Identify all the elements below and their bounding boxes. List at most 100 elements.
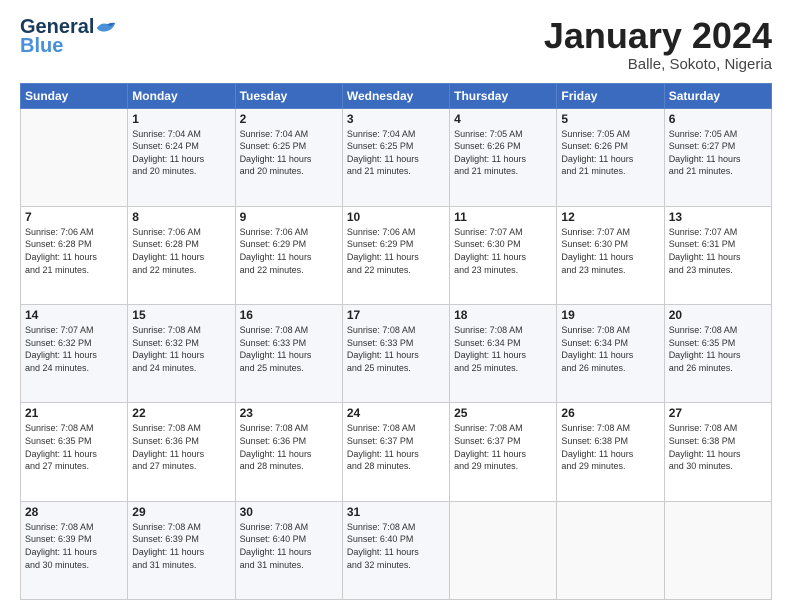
day-number: 6 <box>669 112 767 126</box>
day-number: 17 <box>347 308 445 322</box>
calendar-cell: 4 Sunrise: 7:05 AM Sunset: 6:26 PM Daylig… <box>450 108 557 206</box>
day-number: 18 <box>454 308 552 322</box>
day-info: Sunrise: 7:08 AM Sunset: 6:36 PM Dayligh… <box>240 422 338 472</box>
day-number: 25 <box>454 406 552 420</box>
day-number: 2 <box>240 112 338 126</box>
day-info: Sunrise: 7:08 AM Sunset: 6:35 PM Dayligh… <box>25 422 123 472</box>
calendar-cell: 6 Sunrise: 7:05 AM Sunset: 6:27 PM Daylig… <box>664 108 771 206</box>
calendar-cell: 22 Sunrise: 7:08 AM Sunset: 6:36 PM Dayli… <box>128 403 235 501</box>
day-info: Sunrise: 7:08 AM Sunset: 6:34 PM Dayligh… <box>561 324 659 374</box>
day-number: 5 <box>561 112 659 126</box>
day-info: Sunrise: 7:08 AM Sunset: 6:40 PM Dayligh… <box>240 521 338 571</box>
day-number: 27 <box>669 406 767 420</box>
day-info: Sunrise: 7:07 AM Sunset: 6:32 PM Dayligh… <box>25 324 123 374</box>
calendar-cell: 10 Sunrise: 7:06 AM Sunset: 6:29 PM Dayli… <box>342 206 449 304</box>
calendar-cell <box>450 501 557 599</box>
calendar-cell: 3 Sunrise: 7:04 AM Sunset: 6:25 PM Daylig… <box>342 108 449 206</box>
day-info: Sunrise: 7:05 AM Sunset: 6:26 PM Dayligh… <box>454 128 552 178</box>
day-info: Sunrise: 7:08 AM Sunset: 6:37 PM Dayligh… <box>454 422 552 472</box>
day-number: 4 <box>454 112 552 126</box>
day-number: 13 <box>669 210 767 224</box>
day-number: 21 <box>25 406 123 420</box>
calendar-week-4: 21 Sunrise: 7:08 AM Sunset: 6:35 PM Dayli… <box>21 403 772 501</box>
calendar-cell: 9 Sunrise: 7:06 AM Sunset: 6:29 PM Daylig… <box>235 206 342 304</box>
calendar-cell: 18 Sunrise: 7:08 AM Sunset: 6:34 PM Dayli… <box>450 305 557 403</box>
day-info: Sunrise: 7:05 AM Sunset: 6:26 PM Dayligh… <box>561 128 659 178</box>
calendar-week-1: 1 Sunrise: 7:04 AM Sunset: 6:24 PM Daylig… <box>21 108 772 206</box>
calendar-header-monday: Monday <box>128 83 235 108</box>
logo-blue: Blue <box>20 35 63 58</box>
day-info: Sunrise: 7:05 AM Sunset: 6:27 PM Dayligh… <box>669 128 767 178</box>
calendar-header-tuesday: Tuesday <box>235 83 342 108</box>
day-info: Sunrise: 7:04 AM Sunset: 6:25 PM Dayligh… <box>347 128 445 178</box>
day-number: 15 <box>132 308 230 322</box>
calendar-header-row: SundayMondayTuesdayWednesdayThursdayFrid… <box>21 83 772 108</box>
calendar-header-friday: Friday <box>557 83 664 108</box>
calendar-cell: 26 Sunrise: 7:08 AM Sunset: 6:38 PM Dayli… <box>557 403 664 501</box>
calendar-header-thursday: Thursday <box>450 83 557 108</box>
day-number: 1 <box>132 112 230 126</box>
day-number: 22 <box>132 406 230 420</box>
day-info: Sunrise: 7:06 AM Sunset: 6:28 PM Dayligh… <box>132 226 230 276</box>
day-info: Sunrise: 7:07 AM Sunset: 6:30 PM Dayligh… <box>454 226 552 276</box>
calendar-cell: 5 Sunrise: 7:05 AM Sunset: 6:26 PM Daylig… <box>557 108 664 206</box>
day-info: Sunrise: 7:08 AM Sunset: 6:36 PM Dayligh… <box>132 422 230 472</box>
calendar-cell <box>664 501 771 599</box>
day-number: 9 <box>240 210 338 224</box>
calendar-cell: 25 Sunrise: 7:08 AM Sunset: 6:37 PM Dayli… <box>450 403 557 501</box>
day-number: 26 <box>561 406 659 420</box>
calendar-cell: 15 Sunrise: 7:08 AM Sunset: 6:32 PM Dayli… <box>128 305 235 403</box>
day-number: 14 <box>25 308 123 322</box>
calendar-cell <box>21 108 128 206</box>
day-number: 23 <box>240 406 338 420</box>
day-number: 28 <box>25 505 123 519</box>
day-info: Sunrise: 7:08 AM Sunset: 6:34 PM Dayligh… <box>454 324 552 374</box>
day-info: Sunrise: 7:07 AM Sunset: 6:30 PM Dayligh… <box>561 226 659 276</box>
calendar-cell: 24Sunrise: 7:08 AM Sunset: 6:37 PM Dayli… <box>342 403 449 501</box>
day-info: Sunrise: 7:04 AM Sunset: 6:25 PM Dayligh… <box>240 128 338 178</box>
calendar-cell: 1 Sunrise: 7:04 AM Sunset: 6:24 PM Daylig… <box>128 108 235 206</box>
calendar-week-3: 14 Sunrise: 7:07 AM Sunset: 6:32 PM Dayli… <box>21 305 772 403</box>
day-number: 8 <box>132 210 230 224</box>
calendar-header-saturday: Saturday <box>664 83 771 108</box>
day-info: Sunrise: 7:08 AM Sunset: 6:39 PM Dayligh… <box>25 521 123 571</box>
day-number: 11 <box>454 210 552 224</box>
day-number: 10 <box>347 210 445 224</box>
calendar-cell: 13 Sunrise: 7:07 AM Sunset: 6:31 PM Dayli… <box>664 206 771 304</box>
calendar-cell: 19 Sunrise: 7:08 AM Sunset: 6:34 PM Dayli… <box>557 305 664 403</box>
calendar-cell: 27 Sunrise: 7:08 AM Sunset: 6:38 PM Dayli… <box>664 403 771 501</box>
day-info: Sunrise: 7:07 AM Sunset: 6:31 PM Dayligh… <box>669 226 767 276</box>
calendar-cell: 30Sunrise: 7:08 AM Sunset: 6:40 PM Dayli… <box>235 501 342 599</box>
day-number: 7 <box>25 210 123 224</box>
calendar-week-2: 7 Sunrise: 7:06 AM Sunset: 6:28 PM Daylig… <box>21 206 772 304</box>
location: Balle, Sokoto, Nigeria <box>544 56 772 73</box>
calendar-cell: 12Sunrise: 7:07 AM Sunset: 6:30 PM Dayli… <box>557 206 664 304</box>
calendar-cell: 8 Sunrise: 7:06 AM Sunset: 6:28 PM Daylig… <box>128 206 235 304</box>
page: General Blue January 2024 Balle, Sokoto,… <box>0 0 792 612</box>
day-info: Sunrise: 7:08 AM Sunset: 6:38 PM Dayligh… <box>561 422 659 472</box>
day-number: 19 <box>561 308 659 322</box>
calendar-cell: 11 Sunrise: 7:07 AM Sunset: 6:30 PM Dayli… <box>450 206 557 304</box>
day-info: Sunrise: 7:06 AM Sunset: 6:29 PM Dayligh… <box>347 226 445 276</box>
calendar-cell: 28 Sunrise: 7:08 AM Sunset: 6:39 PM Dayli… <box>21 501 128 599</box>
calendar-cell: 14 Sunrise: 7:07 AM Sunset: 6:32 PM Dayli… <box>21 305 128 403</box>
day-number: 31 <box>347 505 445 519</box>
day-info: Sunrise: 7:08 AM Sunset: 6:38 PM Dayligh… <box>669 422 767 472</box>
calendar-cell: 21 Sunrise: 7:08 AM Sunset: 6:35 PM Dayli… <box>21 403 128 501</box>
title-block: January 2024 Balle, Sokoto, Nigeria <box>544 16 772 73</box>
day-number: 29 <box>132 505 230 519</box>
logo-bird-icon <box>95 19 117 37</box>
calendar-cell: 7 Sunrise: 7:06 AM Sunset: 6:28 PM Daylig… <box>21 206 128 304</box>
day-info: Sunrise: 7:04 AM Sunset: 6:24 PM Dayligh… <box>132 128 230 178</box>
day-info: Sunrise: 7:06 AM Sunset: 6:29 PM Dayligh… <box>240 226 338 276</box>
day-number: 3 <box>347 112 445 126</box>
day-info: Sunrise: 7:08 AM Sunset: 6:39 PM Dayligh… <box>132 521 230 571</box>
day-info: Sunrise: 7:08 AM Sunset: 6:32 PM Dayligh… <box>132 324 230 374</box>
calendar-cell: 20Sunrise: 7:08 AM Sunset: 6:35 PM Dayli… <box>664 305 771 403</box>
header: General Blue January 2024 Balle, Sokoto,… <box>20 16 772 73</box>
calendar-week-5: 28 Sunrise: 7:08 AM Sunset: 6:39 PM Dayli… <box>21 501 772 599</box>
calendar-cell: 31Sunrise: 7:08 AM Sunset: 6:40 PM Dayli… <box>342 501 449 599</box>
day-info: Sunrise: 7:06 AM Sunset: 6:28 PM Dayligh… <box>25 226 123 276</box>
day-number: 20 <box>669 308 767 322</box>
calendar-cell: 2 Sunrise: 7:04 AM Sunset: 6:25 PM Daylig… <box>235 108 342 206</box>
